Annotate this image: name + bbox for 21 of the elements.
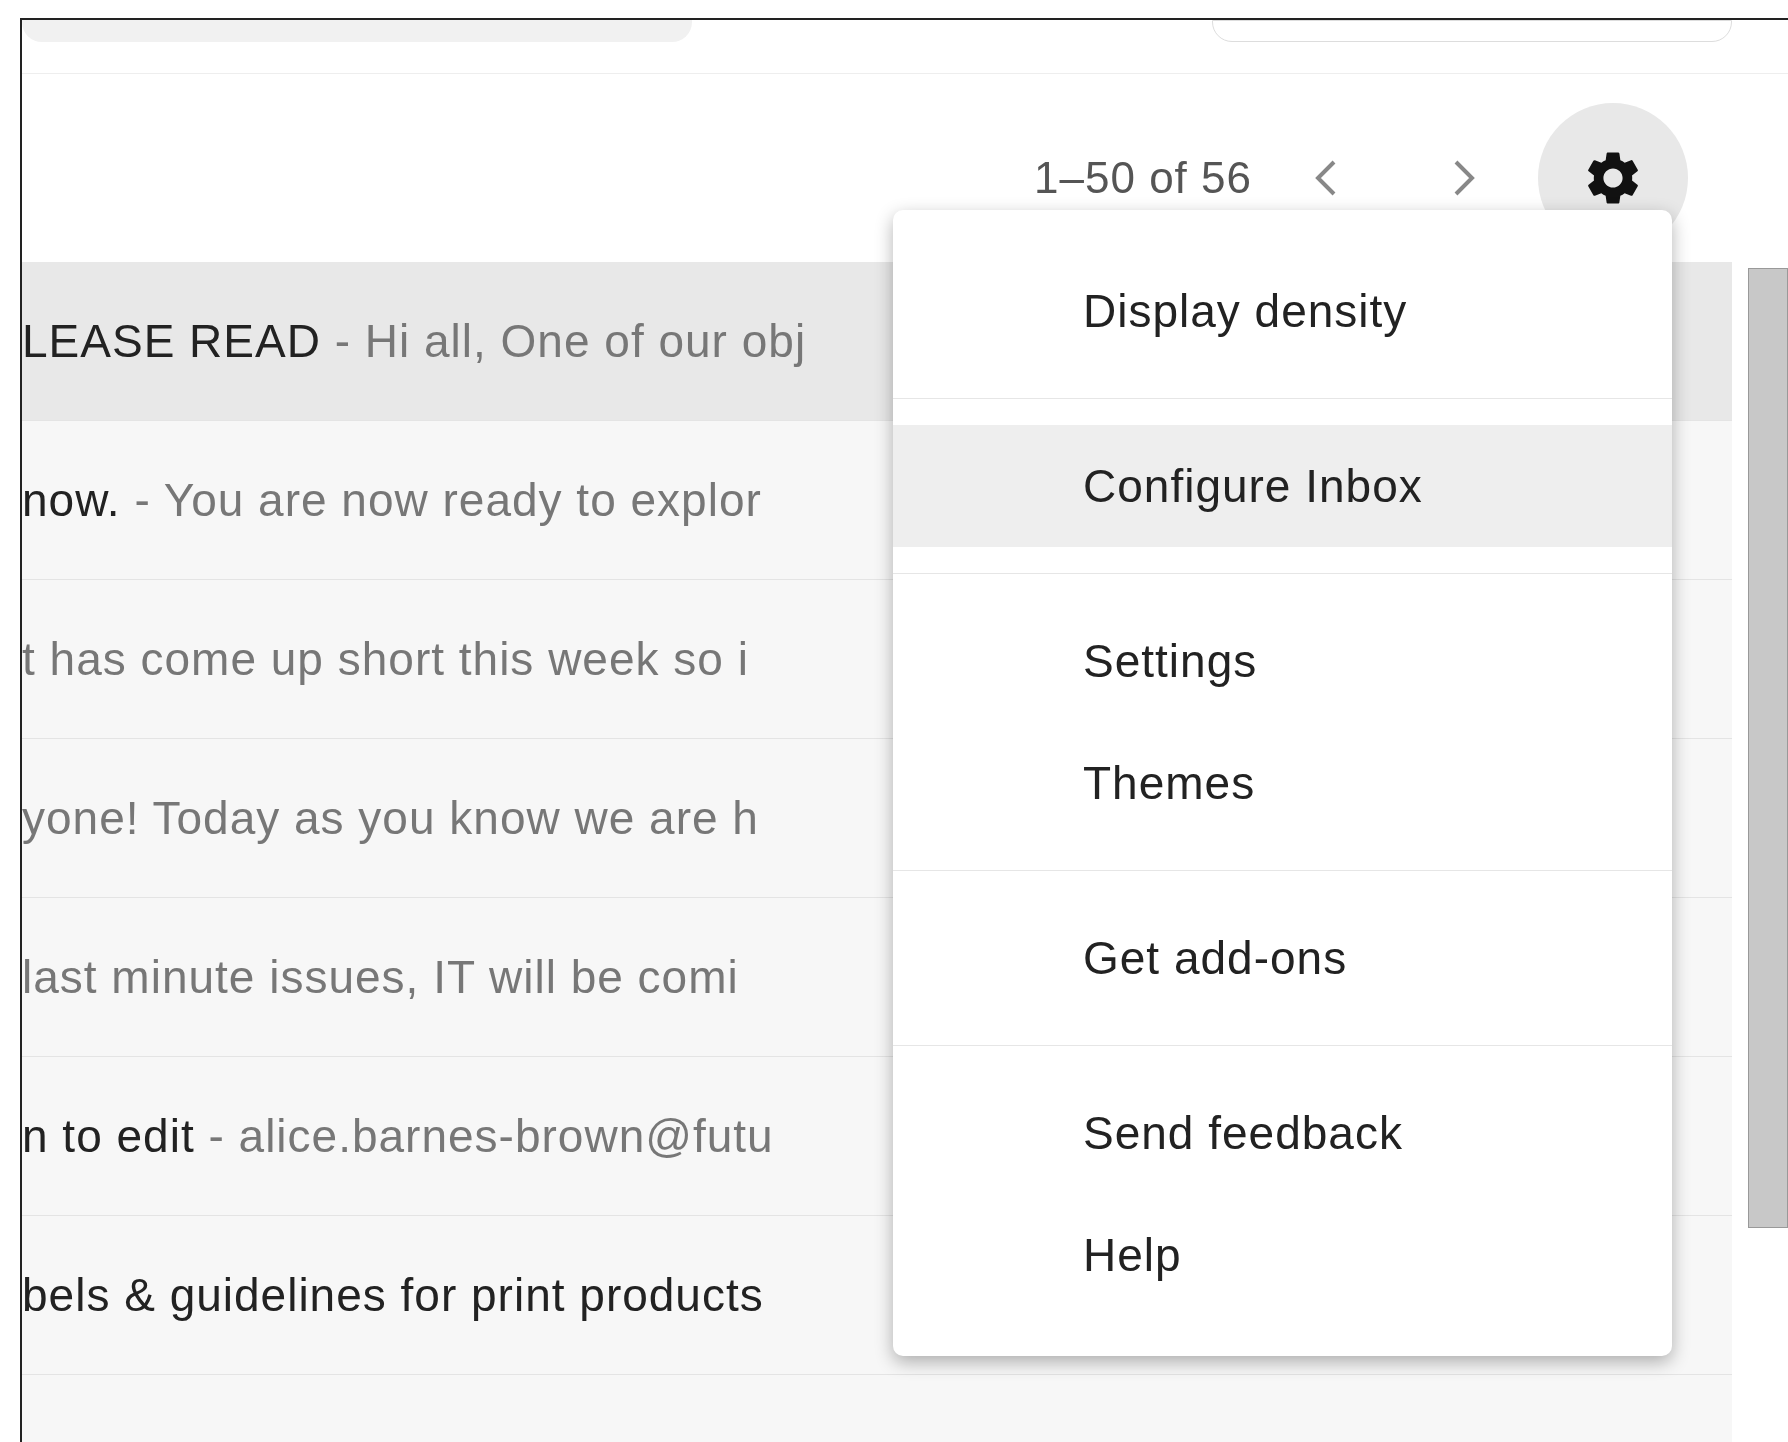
page-range: 1–50 of 56 — [1034, 152, 1252, 204]
email-snippet: - Hi all, One of our obj — [333, 315, 807, 367]
menu-item[interactable]: Send feedback — [893, 1072, 1672, 1194]
account-field[interactable] — [1212, 20, 1732, 42]
email-subject: LEASE READ — [22, 315, 321, 367]
email-snippet: - alice.barnes-brown@futu — [207, 1110, 774, 1162]
menu-item[interactable]: Get add-ons — [893, 897, 1672, 1019]
email-subject: bels & guidelines for print products — [22, 1269, 764, 1321]
email-subject: now. — [22, 474, 121, 526]
menu-item[interactable]: Settings — [893, 600, 1672, 722]
menu-item[interactable]: Themes — [893, 722, 1672, 844]
scrollbar[interactable] — [1748, 268, 1788, 1228]
email-snippet: - You are now ready to explor — [133, 474, 762, 526]
search-bar[interactable] — [22, 20, 692, 42]
email-snippet: t has come up short this week so i — [22, 633, 749, 685]
menu-item[interactable]: Configure Inbox — [893, 425, 1672, 547]
email-snippet: last minute issues, IT will be comi — [22, 951, 739, 1003]
email-subject: n to edit — [22, 1110, 195, 1162]
menu-item[interactable]: Help — [893, 1194, 1672, 1316]
menu-item[interactable]: Display density — [893, 250, 1672, 372]
email-snippet: yone! Today as you know we are h — [22, 792, 759, 844]
